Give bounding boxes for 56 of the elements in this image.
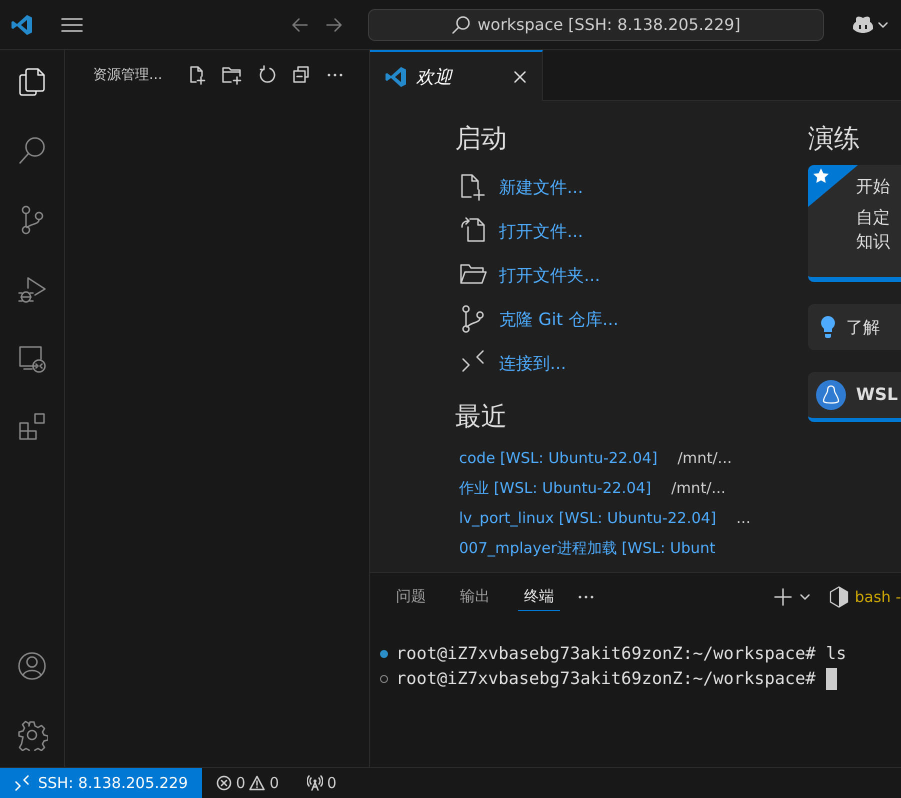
sidebar-title: 资源管理... [93,66,164,84]
star-icon [812,167,830,185]
account-icon[interactable] [16,650,48,682]
section-heading: 演练 [808,123,861,156]
start-link[interactable]: 打开文件... [499,220,584,242]
panel-tab[interactable]: 终端 [518,583,560,611]
card-title: 开始 [856,176,890,198]
remote-icon [14,775,30,791]
start-link[interactable]: 新建文件... [499,176,584,198]
warning-icon [249,775,266,791]
start-link[interactable]: 克隆 Git 仓库... [499,308,619,330]
remote-indicator[interactable]: SSH: 8.138.205.229 [0,768,202,798]
refresh-icon[interactable] [257,65,277,85]
recent-path: /mnt/... [677,449,732,467]
close-icon[interactable] [512,68,528,84]
lightbulb-icon [820,315,836,339]
open-file-icon [459,217,487,245]
settings-icon[interactable] [16,719,48,751]
editor-tab[interactable]: 欢迎 [370,50,543,101]
antenna-icon [306,775,323,791]
walkthrough-card[interactable]: 了解 [808,304,901,350]
search-icon [451,14,472,34]
card-description: 知识 [856,231,890,254]
recent-path: /mnt/... [671,479,726,497]
panel-tab[interactable]: 输出 [454,583,496,611]
card-title: WSL [856,385,898,405]
recent-path: ... [736,509,751,527]
terminal-line: root@iZ7xvbasebg73akit69zonZ:~/workspace# ls [396,644,846,664]
error-icon [216,775,232,791]
card-description: 自定 [856,207,890,230]
section-heading: 最近 [455,401,508,434]
walkthrough-card[interactable]: 开始 自定 知识 [808,165,901,282]
command-center-text: workspace [SSH: 8.138.205.229] [477,15,741,34]
start-link[interactable]: 连接到... [499,352,566,374]
new-folder-icon[interactable] [221,65,243,85]
terminal-name[interactable]: bash - [854,588,901,606]
tab-label: 欢迎 [416,66,454,88]
terminal-cube-icon [828,586,849,608]
recent-link[interactable]: lv_port_linux [WSL: Ubuntu-22.04] [459,509,716,527]
new-file-icon [459,173,487,201]
plus-icon[interactable] [772,587,793,607]
recent-link[interactable]: 作业 [WSL: Ubuntu-22.04] [459,478,652,498]
problems-indicator[interactable]: 0 0 [202,774,293,792]
recent-link[interactable]: code [WSL: Ubuntu-22.04] [459,449,658,467]
panel-tab[interactable]: 问题 [390,583,432,611]
card-title: 了解 [846,316,880,338]
walkthrough-card[interactable]: WSL [808,372,901,422]
recent-link[interactable]: 007_mplayer进程加载 [WSL: Ubunt [459,538,716,558]
command-center[interactable]: workspace [SSH: 8.138.205.229] [368,8,824,40]
start-link[interactable]: 打开文件夹... [499,264,600,286]
collapse-all-icon[interactable] [291,65,311,85]
vscode-logo-icon[interactable] [10,12,34,36]
ports-indicator[interactable]: 0 [292,774,351,792]
vscode-logo-icon [384,64,408,88]
terminal-line: root@iZ7xvbasebg73akit69zonZ:~/workspace# [396,668,817,688]
section-heading: 启动 [455,123,508,156]
